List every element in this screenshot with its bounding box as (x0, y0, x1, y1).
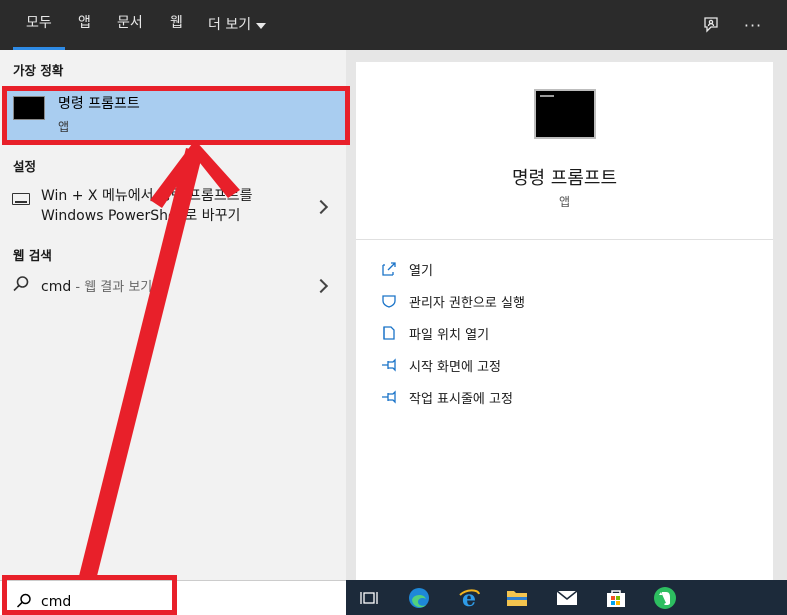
file-location-icon (380, 324, 398, 342)
web-search-label: cmd - 웹 결과 보기 (41, 276, 152, 295)
search-box[interactable] (0, 580, 346, 615)
chevron-down-icon (256, 23, 267, 29)
chevron-right-icon (313, 199, 329, 215)
action-open[interactable]: 열기 (380, 257, 433, 281)
action-run-as-admin[interactable]: 관리자 권한으로 실행 (380, 289, 525, 313)
setting-item-line1: Win + X 메뉴에서 명령 프롬프트를 (41, 188, 253, 204)
web-search-query: cmd (41, 279, 72, 295)
search-icon (16, 593, 32, 613)
taskbar: e (346, 580, 787, 615)
action-open-file-location[interactable]: 파일 위치 열기 (380, 321, 489, 345)
open-icon (380, 260, 398, 278)
tab-all[interactable]: 모두 (13, 0, 65, 50)
tab-documents[interactable]: 문서 (117, 0, 143, 50)
best-match-heading: 가장 정확 (13, 63, 64, 78)
detail-app-name: 명령 프롬프트 (511, 168, 618, 189)
tab-more[interactable]: 더 보기 (208, 0, 267, 50)
action-label: 시작 화면에 고정 (409, 359, 501, 375)
more-options-icon[interactable]: ··· (740, 12, 766, 38)
tab-more-label: 더 보기 (208, 17, 252, 33)
command-prompt-icon (534, 89, 596, 139)
settings-heading: 설정 (13, 159, 37, 174)
detail-app-type: 앱 (558, 195, 571, 209)
divider (356, 239, 773, 240)
best-match-type: 앱 (58, 120, 70, 134)
tab-web[interactable]: 웹 (170, 0, 183, 50)
action-pin-to-taskbar[interactable]: 작업 표시줄에 고정 (380, 385, 513, 409)
search-input[interactable] (41, 594, 161, 610)
results-panel: 가장 정확 명령 프롬프트 앱 설정 Win + X 메뉴에서 명령 프롬프트를… (0, 50, 348, 580)
web-search-suffix: - 웹 결과 보기 (71, 280, 153, 295)
action-pin-to-start[interactable]: 시작 화면에 고정 (380, 353, 501, 377)
web-search-item[interactable]: cmd - 웹 결과 보기 (0, 272, 346, 300)
pin-icon (380, 356, 398, 374)
web-search-heading: 웹 검색 (13, 248, 52, 263)
internet-explorer-icon[interactable]: e (456, 585, 482, 611)
setting-item-powershell[interactable]: Win + X 메뉴에서 명령 프롬프트를 Windows PowerShell… (0, 183, 346, 231)
command-prompt-icon (13, 96, 45, 120)
mail-icon[interactable] (554, 585, 580, 611)
feedback-icon[interactable] (698, 12, 724, 38)
setting-item-line2: Windows PowerShell로 바꾸기 (41, 208, 241, 224)
edge-icon[interactable] (406, 585, 432, 611)
search-icon (12, 275, 30, 297)
store-icon[interactable] (603, 585, 629, 611)
setting-item-label: Win + X 메뉴에서 명령 프롬프트를 Windows PowerShell… (41, 186, 253, 226)
action-label: 열기 (409, 263, 433, 279)
tab-apps[interactable]: 앱 (78, 0, 91, 50)
keyboard-icon (12, 193, 30, 205)
file-explorer-icon[interactable] (504, 585, 530, 611)
chevron-right-icon (313, 278, 329, 294)
search-filter-bar: 모두 앱 문서 웹 더 보기 ··· (0, 0, 787, 50)
shield-icon (380, 292, 398, 310)
action-label: 관리자 권한으로 실행 (409, 295, 525, 311)
best-match-name: 명령 프롬프트 (58, 96, 140, 112)
task-view-icon[interactable] (356, 585, 382, 611)
action-label: 작업 표시줄에 고정 (409, 391, 513, 407)
detail-panel: 명령 프롬프트 앱 열기 관리자 권한으로 실행 파일 위치 열기 시작 화면에… (356, 62, 773, 580)
pin-icon (380, 388, 398, 406)
action-label: 파일 위치 열기 (409, 327, 490, 343)
evernote-icon[interactable] (652, 585, 678, 611)
best-match-item[interactable]: 명령 프롬프트 앱 (2, 86, 348, 141)
